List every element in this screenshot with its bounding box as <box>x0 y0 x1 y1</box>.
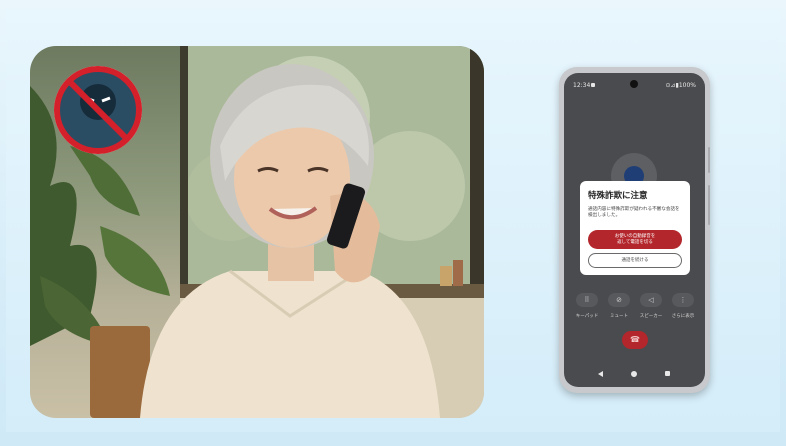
wooden-chair <box>90 326 150 418</box>
dialpad-icon[interactable]: ⠿ <box>576 293 598 307</box>
status-bar: 12:34 ⊙⊿▮100% <box>564 73 705 95</box>
hang-up-icon: ☎ <box>630 335 640 344</box>
window-frame <box>470 46 484 306</box>
scammer-face <box>80 84 116 120</box>
power-button <box>708 147 710 173</box>
dialog-message: 通話内容に特殊詐欺が疑われる不審な会話を検出しました。 <box>588 207 680 219</box>
front-camera-icon <box>630 80 638 88</box>
hang-up-button[interactable]: ☎ <box>622 331 648 349</box>
status-icons: ⊙⊿▮100% <box>665 82 696 89</box>
more-icon[interactable]: ⋮ <box>672 293 694 307</box>
speaker-icon[interactable]: ◁ <box>640 293 662 307</box>
recent-apps-icon[interactable] <box>665 371 670 376</box>
speaker-label: スピーカー <box>639 314 663 319</box>
window-frame <box>180 46 188 296</box>
end-call-button[interactable]: お使いの自動録音を 返して電話を切る <box>588 230 682 249</box>
phone-screen: 12:34 ⊙⊿▮100% 特殊詐欺に注意 通話内容に特殊詐欺が疑われる不審な会… <box>564 73 705 387</box>
back-icon[interactable] <box>598 371 603 377</box>
continue-call-button[interactable]: 通話を続ける <box>588 253 682 268</box>
books <box>453 260 463 286</box>
mute-icon[interactable]: ⊘ <box>608 293 630 307</box>
notification-icon <box>591 83 595 87</box>
books <box>440 266 452 286</box>
plant-leaves <box>100 226 170 296</box>
plant-leaves <box>70 146 140 216</box>
mute-label: ミュート <box>610 314 628 319</box>
end-call-button-label-2: 返して電話を切る <box>617 239 653 245</box>
more-label: さらに表示 <box>671 314 695 319</box>
phone-mockup: 12:34 ⊙⊿▮100% 特殊詐欺に注意 通話内容に特殊詐欺が疑われる不審な会… <box>559 67 710 393</box>
scam-warning-dialog: 特殊詐欺に注意 通話内容に特殊詐欺が疑われる不審な会話を検出しました。 お使いの… <box>580 181 690 275</box>
volume-button <box>708 185 710 225</box>
photo-woman-on-phone <box>30 46 484 418</box>
page-background: 12:34 ⊙⊿▮100% 特殊詐欺に注意 通話内容に特殊詐欺が疑われる不審な会… <box>0 0 786 446</box>
dialpad-label: キーパッド <box>575 314 599 319</box>
status-time: 12:34 <box>573 82 591 89</box>
navigation-bar <box>564 363 705 387</box>
photo-illustration <box>30 46 484 418</box>
dialog-title: 特殊詐欺に注意 <box>588 191 648 201</box>
home-icon[interactable] <box>631 371 637 377</box>
